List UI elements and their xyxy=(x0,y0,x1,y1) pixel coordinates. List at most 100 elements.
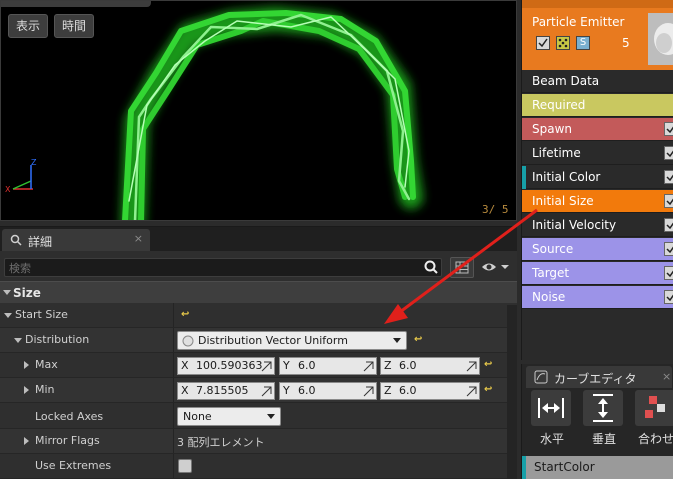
show-button[interactable]: 表示 xyxy=(8,14,49,38)
property-row-min: Min X 7.815505 Y 6.0 Z 6.0 ↩ xyxy=(0,378,517,403)
expand-caret-icon[interactable] xyxy=(14,338,22,343)
module-source[interactable]: Source xyxy=(522,238,673,261)
module-label: Noise xyxy=(532,290,566,304)
expand-caret-icon[interactable] xyxy=(24,437,29,445)
spin-icon xyxy=(466,386,477,397)
module-target[interactable]: Target xyxy=(522,262,673,285)
distribution-dropdown[interactable]: Distribution Vector Uniform xyxy=(177,331,407,350)
module-label: Initial Velocity xyxy=(532,218,617,232)
dots-icon xyxy=(558,38,568,48)
details-tab-label: 詳細 xyxy=(28,235,53,249)
max-z-field[interactable]: Z 6.0 xyxy=(380,357,480,375)
use-extremes-label: Use Extremes xyxy=(35,459,112,472)
cascade-editor: 表示 時間 Z X 3/ 5 詳細 × 検索 Size Start Size ↩… xyxy=(0,0,673,479)
reset-arrow-icon[interactable]: ↩ xyxy=(181,309,189,320)
reset-arrow-icon[interactable]: ↩ xyxy=(414,334,422,345)
checkmark-icon xyxy=(538,38,548,48)
min-label: Min xyxy=(35,383,55,396)
size-section-header[interactable]: Size xyxy=(0,281,517,303)
emitter-solo-icon[interactable]: S xyxy=(576,36,590,50)
eye-icon[interactable] xyxy=(480,259,510,276)
min-y-field[interactable]: Y 6.0 xyxy=(279,382,377,400)
frame-counter: 3/ 5 xyxy=(482,203,509,216)
checkmark-icon xyxy=(666,294,673,302)
search-icon[interactable] xyxy=(423,259,439,275)
curve-track-startcolor[interactable]: StartColor xyxy=(522,456,673,479)
min-z-value: 6.0 xyxy=(399,384,417,397)
max-x-field[interactable]: X 100.590363 xyxy=(177,357,275,375)
curve-track-label: StartColor xyxy=(534,460,595,474)
module-label: Initial Size xyxy=(532,194,594,208)
details-scrollbar[interactable] xyxy=(507,305,517,479)
curve-editor-icon xyxy=(534,370,548,384)
fit-vertical-button[interactable]: 垂直 xyxy=(578,388,630,448)
reset-arrow-icon[interactable]: ↩ xyxy=(484,359,492,370)
module-enabled-checkbox[interactable] xyxy=(664,290,673,304)
column-splitter[interactable] xyxy=(173,403,174,428)
column-splitter[interactable] xyxy=(173,454,174,478)
time-button[interactable]: 時間 xyxy=(54,14,95,38)
module-initial-velocity[interactable]: Initial Velocity xyxy=(522,214,673,237)
min-z-field[interactable]: Z 6.0 xyxy=(380,382,480,400)
curve-editor-panel: カーブエディタ × 水平 垂直 合わせ StartColor xyxy=(521,364,673,479)
min-x-field[interactable]: X 7.815505 xyxy=(177,382,275,400)
particle-viewport[interactable]: 表示 時間 Z X 3/ 5 xyxy=(0,0,517,221)
module-required[interactable]: Required xyxy=(522,94,673,117)
fit-horizontal-button[interactable]: 水平 xyxy=(526,388,578,448)
grid-view-button[interactable] xyxy=(450,257,474,278)
expand-caret-icon[interactable] xyxy=(4,313,12,318)
locked-axes-dropdown[interactable]: None xyxy=(177,407,281,426)
module-enabled-checkbox[interactable] xyxy=(664,266,673,280)
reset-arrow-icon[interactable]: ↩ xyxy=(484,384,492,395)
spin-icon xyxy=(261,361,272,372)
column-splitter[interactable] xyxy=(173,429,174,453)
column-splitter[interactable] xyxy=(173,303,174,327)
module-enabled-checkbox[interactable] xyxy=(664,122,673,136)
property-row-distribution: Distribution Distribution Vector Uniform… xyxy=(0,328,517,353)
svg-text:Z: Z xyxy=(31,158,37,167)
locked-axes-label: Locked Axes xyxy=(35,410,104,423)
module-enabled-checkbox[interactable] xyxy=(664,146,673,160)
emitter-header[interactable]: Particle Emitter S 5 xyxy=(522,0,673,70)
close-icon[interactable]: × xyxy=(134,232,143,245)
close-icon[interactable]: × xyxy=(662,370,671,383)
checkmark-icon xyxy=(666,222,673,230)
curve-editor-tab-label: カーブエディタ xyxy=(554,372,637,386)
module-enabled-checkbox[interactable] xyxy=(664,242,673,256)
fit-horizontal-icon-box xyxy=(531,390,571,426)
module-enabled-checkbox[interactable] xyxy=(664,170,673,184)
module-initial-size[interactable]: Initial Size xyxy=(522,190,673,213)
emitter-panel: Particle Emitter S 5 Beam Data Required Sp… xyxy=(521,0,673,360)
horizontal-label: 水平 xyxy=(539,432,564,446)
module-spawn[interactable]: Spawn xyxy=(522,118,673,141)
axis-x-label: X xyxy=(181,359,189,372)
module-beam-data[interactable]: Beam Data xyxy=(522,70,673,93)
property-row-mirror-flags: Mirror Flags 3 配列エレメント xyxy=(0,429,517,454)
expand-caret-icon[interactable] xyxy=(24,386,29,394)
module-enabled-checkbox[interactable] xyxy=(664,218,673,232)
tab-curve-editor[interactable]: カーブエディタ × xyxy=(526,366,672,388)
fit-all-button[interactable]: 合わせ xyxy=(630,388,673,448)
tab-details[interactable]: 詳細 × xyxy=(2,229,150,251)
module-enabled-checkbox[interactable] xyxy=(664,194,673,208)
module-noise[interactable]: Noise xyxy=(522,286,673,309)
vertical-arrows-icon xyxy=(593,394,613,422)
module-initial-color[interactable]: Initial Color xyxy=(522,166,673,189)
expand-caret-icon[interactable] xyxy=(24,361,29,369)
search-input[interactable]: 検索 xyxy=(4,258,442,277)
emitter-render-mode-icon[interactable] xyxy=(556,36,570,50)
column-splitter[interactable] xyxy=(173,328,174,352)
use-extremes-checkbox[interactable] xyxy=(178,459,192,473)
property-row-use-extremes: Use Extremes xyxy=(0,454,517,479)
chevron-down-icon xyxy=(267,414,275,419)
max-y-field[interactable]: Y 6.0 xyxy=(279,357,377,375)
details-tab-bar: 詳細 × xyxy=(0,227,517,251)
module-lifetime[interactable]: Lifetime xyxy=(522,142,673,165)
emitter-thumbnail-image xyxy=(654,23,673,55)
axis-z-label: Z xyxy=(384,384,392,397)
column-splitter[interactable] xyxy=(173,378,174,402)
checkmark-icon xyxy=(666,126,673,134)
column-splitter[interactable] xyxy=(173,353,174,377)
emitter-enabled-checkbox[interactable] xyxy=(536,36,550,50)
checkmark-icon xyxy=(666,198,673,206)
